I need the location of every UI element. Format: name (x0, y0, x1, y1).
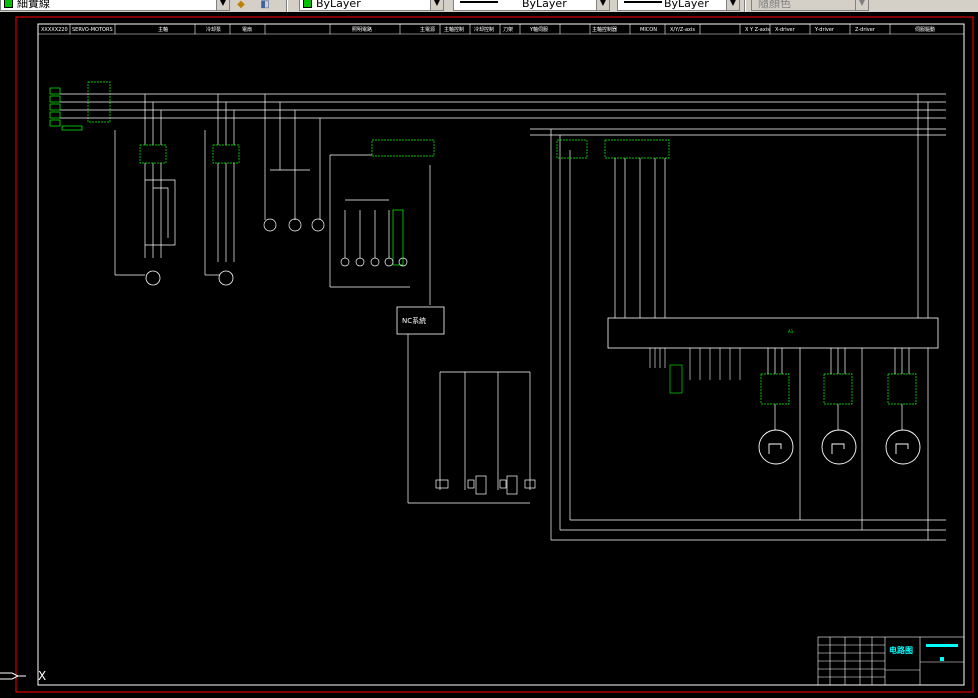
main-bus-lines (60, 93, 946, 136)
chevron-down-icon: ▼ (855, 0, 868, 10)
header-cell: 主軸控制 (444, 26, 464, 33)
chevron-down-icon[interactable]: ▼ (596, 0, 609, 10)
drive-unit-label: A1 (788, 329, 794, 334)
color-combo[interactable]: ByLayer ▼ (299, 0, 444, 11)
servo-drive-unit (607, 317, 939, 349)
title-accent-box (940, 657, 944, 661)
properties-toolbar: 細實線 ▼ ◆ ◧ ByLayer ▼ ByLayer ▼ ByLayer ▼ … (0, 0, 978, 12)
header-cell: MICON (640, 27, 657, 33)
header-cell: 冷却控制 (474, 26, 494, 33)
fan-circuit (263, 94, 325, 232)
servo-feeders (550, 94, 946, 541)
chevron-down-icon[interactable]: ▼ (726, 0, 739, 10)
servo-motor-z (885, 429, 921, 465)
servo-motor-y (821, 429, 857, 465)
encoder-symbol-z (895, 443, 909, 454)
header-cell: Z-driver (855, 27, 876, 33)
header-cell: 冷却泵 (206, 26, 221, 33)
chevron-down-icon[interactable]: ▼ (216, 0, 229, 10)
header-cell: X Y Z-axis (745, 27, 770, 33)
toolbar-separator (286, 0, 288, 12)
coolant-motor (218, 270, 234, 286)
plotstyle-combo: 隨顏色 ▼ (751, 0, 869, 11)
sheet-border-inner (37, 23, 965, 686)
layer-color-swatch (4, 0, 13, 8)
relay-control-ladder (407, 334, 536, 504)
chevron-down-icon[interactable]: ▼ (430, 0, 443, 10)
spindle-motor-1 (145, 270, 161, 286)
layer-previous-icon[interactable]: ◧ (258, 0, 272, 11)
linetype-combo-value: 細實線 (17, 0, 50, 10)
ucs-icon (0, 672, 26, 680)
color-swatch (303, 0, 312, 8)
io-terminals (649, 348, 741, 394)
servo-motor-x (758, 429, 794, 465)
lineweight-combo[interactable]: ByLayer ▼ (617, 0, 740, 11)
header-cell: X/Y/Z-axis (670, 27, 695, 33)
lighting-circuit (329, 139, 435, 305)
header-cell: 伺服驅動 (915, 26, 935, 33)
servo-amplifier-x (760, 348, 801, 520)
linetype-combo[interactable]: 細實線 ▼ (0, 0, 230, 11)
plotstyle-combo-value: 隨顏色 (758, 0, 791, 10)
servo-amplifier-y (823, 348, 863, 530)
drawing-canvas[interactable]: XXXXX220 SERVO-MOTORS 主軸 冷却泵 電扇 照明電路 主電源… (0, 12, 978, 698)
drawing-title: 电路图 (889, 645, 913, 655)
layer-states-icon[interactable]: ◆ (234, 0, 248, 11)
color-combo-value: ByLayer (316, 0, 361, 10)
motor-circuit-2 (204, 94, 240, 276)
encoder-symbol-y (831, 443, 845, 454)
linetype-layer-combo-value: ByLayer (522, 0, 567, 10)
ucs-x-label: X (38, 669, 46, 683)
lineweight-combo-value: ByLayer (664, 0, 709, 10)
header-cell: Y軸伺服 (529, 26, 548, 33)
encoder-symbol-x (768, 443, 782, 454)
header-cell: XXXXX220 (41, 27, 68, 33)
title-accent-bar (926, 644, 958, 647)
header-labels: XXXXX220 SERVO-MOTORS 主軸 冷却泵 電扇 照明電路 主電源… (41, 26, 935, 33)
header-cell: 主軸 (158, 26, 168, 33)
header-cell: 主電源 (420, 26, 435, 33)
header-cell: 電扇 (242, 26, 252, 33)
header-cell: Y-driver (814, 27, 835, 33)
header-cell: 主軸控制器 (592, 26, 617, 33)
nc-system-label: NC系統 (402, 316, 426, 325)
header-cell: SERVO-MOTORS (72, 27, 113, 33)
toolbar-separator (744, 0, 746, 12)
header-cell: 照明電路 (352, 26, 372, 33)
linetype-layer-combo[interactable]: ByLayer ▼ (453, 0, 610, 11)
power-input-terminals (49, 81, 111, 131)
header-cell: X-driver (775, 27, 796, 33)
linetype-preview (460, 1, 498, 3)
lineweight-preview (624, 1, 662, 3)
motor-circuit-1 (114, 94, 176, 276)
schematic-drawing[interactable]: XXXXX220 SERVO-MOTORS 主軸 冷却泵 電扇 照明電路 主電源… (0, 12, 978, 698)
header-cell: 刀架 (503, 27, 513, 33)
